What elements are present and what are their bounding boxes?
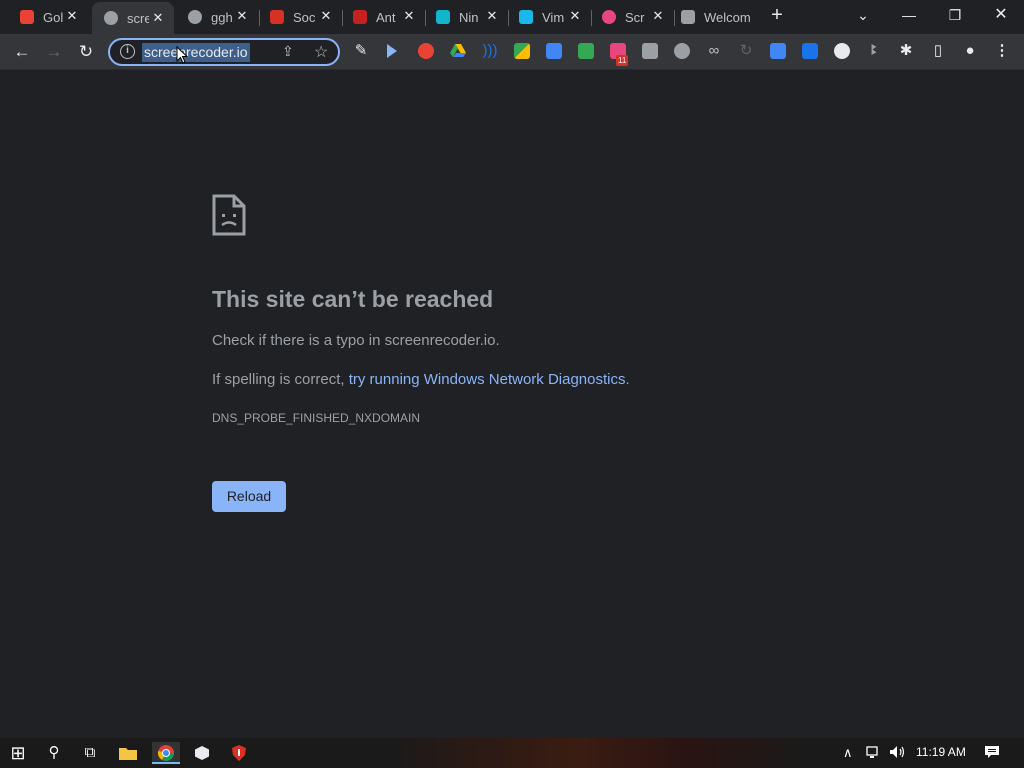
forward-button[interactable]: → [42, 40, 66, 64]
tab-strip: Gol ✕ scre ✕ ggh ✕ Soc ✕ Ant ✕ Nin ✕ Vim… [0, 0, 1024, 34]
windows-taskbar: ⊞ ⚲ ⧉ ∧ 11:19 AM [0, 738, 1024, 768]
calendar-icon[interactable] [642, 43, 658, 59]
tab-title: Welcom [704, 9, 750, 25]
tab-welcome[interactable]: Welcom [675, 0, 757, 34]
sad-document-icon [212, 194, 246, 236]
tab-title: scre [127, 10, 149, 26]
image-icon[interactable] [578, 43, 594, 59]
shield-app-icon[interactable] [227, 742, 251, 764]
bookmark-star-icon[interactable]: ☆ [314, 42, 328, 62]
address-bar[interactable]: i screenrecoder.io ⇪ ☆ [108, 38, 340, 66]
cube-app-icon[interactable] [190, 742, 214, 764]
tab-ggh[interactable]: ggh ✕ [176, 0, 258, 34]
error-typo-hint: Check if there is a typo in screenrecode… [212, 332, 500, 349]
chart-favicon-icon [270, 10, 284, 24]
gmail-favicon-icon [20, 10, 34, 24]
translate-icon[interactable] [546, 43, 562, 59]
side-panel-icon[interactable]: ▯ [929, 42, 947, 60]
tab-close-icon[interactable]: ✕ [567, 8, 583, 24]
shield-favicon-icon [353, 10, 367, 24]
close-window-button[interactable]: ✕ [978, 0, 1024, 32]
search-icon[interactable]: ⚲ [42, 742, 66, 764]
reload-page-button[interactable]: Reload [212, 481, 286, 512]
wordpress-icon[interactable] [834, 43, 850, 59]
mouse-cursor-icon [176, 46, 188, 64]
screen-recorder-favicon-icon [602, 10, 616, 24]
back-button[interactable]: ← [10, 40, 34, 64]
wallpaper-strip [390, 738, 810, 768]
red-circle-icon[interactable] [418, 43, 434, 59]
cursor-icon[interactable] [385, 43, 399, 59]
extension-badge-count: 11 [616, 55, 629, 66]
google-drive-icon[interactable] [450, 43, 466, 58]
profile-icon[interactable]: ● [961, 42, 979, 60]
chrome-taskbar-icon[interactable] [152, 742, 180, 764]
error-code: DNS_PROBE_FINISHED_NXDOMAIN [212, 411, 421, 425]
tab-close-icon[interactable]: ✕ [650, 8, 666, 24]
url-text[interactable]: screenrecoder.io [142, 43, 250, 62]
arc-icon[interactable]: ↻ [737, 42, 755, 60]
wave-icon[interactable]: ))) [481, 42, 499, 60]
bookmark-ext-icon[interactable] [802, 43, 818, 59]
system-clock[interactable]: 11:19 AM [916, 745, 966, 759]
chrome-menu-icon[interactable]: ⋮ [993, 42, 1011, 60]
tab-vim[interactable]: Vim ✕ [509, 0, 591, 34]
network-icon[interactable] [866, 745, 882, 762]
restore-button[interactable]: ❐ [932, 0, 978, 32]
tab-ant[interactable]: Ant ✕ [343, 0, 425, 34]
extensions-puzzle-icon[interactable]: ✱ [897, 42, 915, 60]
start-button[interactable]: ⊞ [6, 742, 30, 764]
tab-title: Vim [542, 9, 564, 25]
vimeo-favicon-icon [519, 10, 533, 24]
diagnostics-suffix: . [625, 371, 630, 388]
tab-title: Nin [459, 9, 479, 25]
tab-title: Soc [293, 9, 315, 25]
glasses-icon[interactable]: ∞ [705, 42, 723, 60]
tab-close-icon[interactable]: ✕ [150, 10, 166, 26]
camera-favicon-icon [681, 10, 695, 24]
globe-favicon-icon [188, 10, 202, 24]
minimize-button[interactable]: — [886, 0, 932, 32]
tab-title: ggh [211, 9, 233, 25]
tab-scre[interactable]: scre ✕ [92, 2, 174, 34]
tab-close-icon[interactable]: ✕ [484, 8, 500, 24]
tab-title: Gol [43, 9, 64, 25]
grey-dot-icon[interactable] [674, 43, 690, 59]
tab-nin[interactable]: Nin ✕ [426, 0, 508, 34]
diagnostics-prefix: If spelling is correct, [212, 371, 349, 388]
tab-soc[interactable]: Soc ✕ [260, 0, 342, 34]
tab-close-icon[interactable]: ✕ [234, 8, 250, 24]
grid-icon[interactable] [514, 43, 530, 59]
pen-icon[interactable]: ✎ [352, 42, 370, 60]
notification-center-icon[interactable] [984, 745, 1000, 762]
reload-button[interactable]: ↻ [74, 40, 98, 64]
site-info-icon[interactable]: i [120, 44, 135, 59]
ninja-favicon-icon [436, 10, 450, 24]
new-tab-button[interactable]: + [766, 4, 788, 27]
tray-chevron-icon[interactable]: ∧ [843, 745, 853, 761]
tab-close-icon[interactable]: ✕ [64, 8, 80, 24]
globe-favicon-icon [104, 11, 118, 25]
file-explorer-icon[interactable] [116, 742, 140, 764]
tab-search-button[interactable]: ⌄ [840, 0, 886, 32]
tab-close-icon[interactable]: ✕ [318, 8, 334, 24]
task-view-icon[interactable]: ⧉ [78, 742, 102, 764]
browser-toolbar: ← → ↻ i screenrecoder.io ⇪ ☆ ✎ ))) 11 ∞ … [0, 34, 1024, 70]
tab-close-icon[interactable]: ✕ [401, 8, 417, 24]
share-icon[interactable]: ⇪ [282, 43, 294, 60]
error-page: This site can’t be reached Check if ther… [0, 70, 1024, 738]
people-icon[interactable]: ꔪ [865, 42, 883, 60]
screen-icon[interactable] [770, 43, 786, 59]
volume-icon[interactable] [889, 745, 907, 762]
error-heading: This site can’t be reached [212, 286, 494, 312]
tab-scr[interactable]: Scr ✕ [592, 0, 674, 34]
network-diagnostics-link[interactable]: try running Windows Network Diagnostics [349, 371, 626, 388]
tab-gol[interactable]: Gol ✕ [0, 0, 88, 34]
error-diagnostics-hint: If spelling is correct, try running Wind… [212, 371, 630, 388]
tab-title: Scr [625, 9, 645, 25]
tab-title: Ant [376, 9, 396, 25]
